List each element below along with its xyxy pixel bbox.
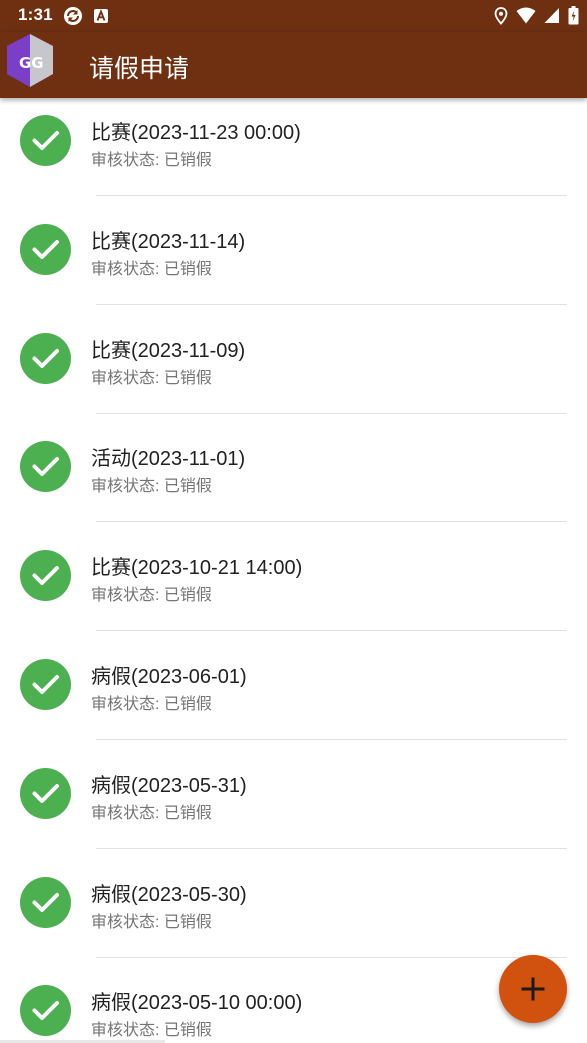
signal-icon [544,7,559,23]
divider [96,521,567,523]
list-item[interactable]: 病假(2023-05-30) 审核状态: 已销假 [0,860,587,969]
wifi-icon [516,7,536,23]
check-circle-icon [20,115,71,166]
check-circle-icon [20,332,71,384]
divider [96,630,567,632]
location-icon [494,6,508,25]
leave-title: 活动(2023-11-01) [91,448,246,471]
a-icon [94,9,108,23]
leave-status: 审核状态: 已销假 [91,1022,212,1040]
list-item[interactable]: 病假(2023-05-31) 审核状态: 已销假 [0,751,587,860]
list-item[interactable]: 比赛(2023-10-21 14:00) 审核状态: 已销假 [0,533,587,642]
leave-title: 病假(2023-06-01) [91,665,247,688]
check-circle-icon [20,550,71,602]
check-circle-icon [20,658,71,710]
status-notification-icons [63,6,109,26]
list-item[interactable]: 比赛(2023-11-14) 审核状态: 已销假 [0,207,587,316]
app-bar: GG 请假申请 [0,32,587,98]
divider [96,847,567,849]
divider [96,303,567,305]
page-title: 请假申请 [89,54,190,83]
check-circle-icon [20,441,71,493]
status-bar: 1:31 [0,0,587,32]
status-time: 1:31 [18,5,53,24]
check-circle-icon [20,767,71,819]
leave-title: 比赛(2023-10-21 14:00) [91,557,303,580]
list-item[interactable]: 比赛(2023-11-23 00:00) 审核状态: 已销假 [0,98,587,207]
add-leave-button[interactable] [499,955,567,1023]
svg-text:GG: GG [19,54,44,72]
leave-status: 审核状态: 已销假 [91,478,212,496]
divider [96,195,567,196]
divider [96,412,567,414]
divider [96,956,567,958]
check-circle-icon [20,985,71,1037]
battery-icon [568,6,579,25]
leave-status: 审核状态: 已销假 [91,152,212,169]
sync-icon [64,7,82,25]
check-circle-icon [20,223,71,275]
leave-title: 比赛(2023-11-23 00:00) [91,122,301,144]
status-system-icons [494,6,579,25]
leave-title: 比赛(2023-11-14) [91,230,246,253]
list-item[interactable]: 活动(2023-11-01) 审核状态: 已销假 [0,424,587,533]
leave-title: 比赛(2023-11-09) [91,339,246,362]
check-circle-icon [20,876,71,928]
leave-status: 审核状态: 已销假 [91,260,212,278]
leave-title: 病假(2023-05-30) [91,883,247,906]
list-item[interactable]: 病假(2023-06-01) 审核状态: 已销假 [0,642,587,751]
screen: 1:31 GG 请假申请 比赛(2023-11-23 00:00) 审核状态: … [0,0,587,1043]
leave-request-list: 比赛(2023-11-23 00:00) 审核状态: 已销假 比赛(2023-11-… [0,98,587,1043]
leave-status: 审核状态: 已销假 [91,587,212,605]
plus-icon [521,977,545,1001]
leave-title: 病假(2023-05-10 00:00) [91,992,303,1015]
app-logo-icon[interactable]: GG [4,32,56,90]
leave-status: 审核状态: 已销假 [91,369,212,387]
list-item[interactable]: 比赛(2023-11-09) 审核状态: 已销假 [0,316,587,425]
leave-status: 审核状态: 已销假 [91,913,212,931]
leave-title: 病假(2023-05-31) [91,774,247,797]
divider [96,738,567,740]
leave-status: 审核状态: 已销假 [91,804,212,822]
leave-status: 审核状态: 已销假 [91,695,212,713]
